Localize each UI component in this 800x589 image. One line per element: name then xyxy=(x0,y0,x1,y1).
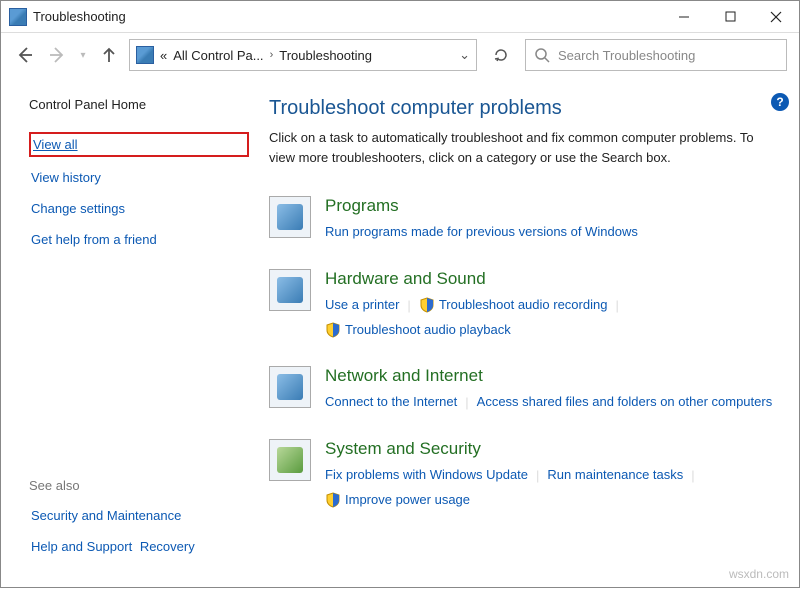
up-arrow-icon xyxy=(100,46,118,64)
minimize-icon xyxy=(678,11,690,23)
watermark: wsxdn.com xyxy=(729,567,789,581)
maximize-icon xyxy=(725,11,736,22)
sidebar: Control Panel Home View all View history… xyxy=(1,77,249,589)
window-controls xyxy=(661,1,799,33)
breadcrumb-current[interactable]: Troubleshooting xyxy=(279,48,372,63)
navbar: ▾ « All Control Pa... › Troubleshooting … xyxy=(1,33,799,77)
breadcrumb-panel[interactable]: All Control Pa... xyxy=(173,48,263,63)
address-bar[interactable]: « All Control Pa... › Troubleshooting ⌄ xyxy=(129,39,477,71)
control-panel-home-link[interactable]: Control Panel Home xyxy=(29,97,249,112)
chevron-right-icon: › xyxy=(270,49,274,61)
link-audio-rec[interactable]: Troubleshoot audio recording xyxy=(419,293,616,318)
category-network-title[interactable]: Network and Internet xyxy=(325,366,780,386)
shield-icon xyxy=(325,492,341,508)
window-title: Troubleshooting xyxy=(33,9,126,24)
divider: | xyxy=(465,395,476,410)
link-audio-play[interactable]: Troubleshoot audio playback xyxy=(325,318,519,343)
refresh-button[interactable] xyxy=(485,39,517,71)
category-programs: Programs Run programs made for previous … xyxy=(269,196,781,245)
page-description: Click on a task to automatically trouble… xyxy=(269,128,781,168)
sidebar-get-help[interactable]: Get help from a friend xyxy=(29,231,249,248)
close-icon xyxy=(770,11,782,23)
category-system: System and Security Fix problems with Wi… xyxy=(269,439,781,512)
link-shared-files[interactable]: Access shared files and folders on other… xyxy=(477,390,781,415)
link-audio-play-label: Troubleshoot audio playback xyxy=(345,318,511,343)
link-use-printer[interactable]: Use a printer xyxy=(325,293,407,318)
sidebar-view-all[interactable]: View all xyxy=(29,132,249,157)
see-also-help[interactable]: Help and Support xyxy=(29,538,134,555)
see-also-header: See also xyxy=(29,478,249,493)
network-icon xyxy=(269,366,311,408)
shield-icon xyxy=(325,322,341,338)
chevron-down-icon[interactable]: ⌄ xyxy=(459,47,470,63)
main-content: Troubleshoot computer problems Click on … xyxy=(249,77,799,589)
close-button[interactable] xyxy=(753,1,799,33)
maximize-button[interactable] xyxy=(707,1,753,33)
page-title: Troubleshoot computer problems xyxy=(269,97,781,120)
up-button[interactable] xyxy=(97,43,121,67)
breadcrumb-icon xyxy=(136,46,154,64)
titlebar: Troubleshooting xyxy=(1,1,799,33)
search-input[interactable]: Search Troubleshooting xyxy=(525,39,787,71)
back-button[interactable] xyxy=(13,43,37,67)
link-windows-update[interactable]: Fix problems with Windows Update xyxy=(325,463,536,488)
see-also-recovery[interactable]: Recovery xyxy=(138,538,197,555)
breadcrumb-prefix: « xyxy=(160,48,167,63)
programs-icon xyxy=(269,196,311,238)
link-run-compat[interactable]: Run programs made for previous versions … xyxy=(325,220,646,245)
sidebar-change-settings[interactable]: Change settings xyxy=(29,200,249,217)
category-network: Network and Internet Connect to the Inte… xyxy=(269,366,781,415)
category-hardware: Hardware and Sound Use a printer | Troub… xyxy=(269,269,781,342)
divider: | xyxy=(691,468,702,483)
search-icon xyxy=(534,47,550,63)
history-dropdown[interactable]: ▾ xyxy=(77,43,89,67)
category-hardware-title[interactable]: Hardware and Sound xyxy=(325,269,781,289)
back-arrow-icon xyxy=(16,46,34,64)
link-audio-rec-label: Troubleshoot audio recording xyxy=(439,293,608,318)
divider: | xyxy=(615,298,626,313)
system-icon xyxy=(269,439,311,481)
divider: | xyxy=(407,298,418,313)
search-placeholder: Search Troubleshooting xyxy=(558,48,695,63)
sidebar-view-history[interactable]: View history xyxy=(29,169,249,186)
category-programs-title[interactable]: Programs xyxy=(325,196,646,216)
hardware-icon xyxy=(269,269,311,311)
link-maintenance[interactable]: Run maintenance tasks xyxy=(547,463,691,488)
shield-icon xyxy=(419,297,435,313)
see-also-security[interactable]: Security and Maintenance xyxy=(29,507,183,524)
link-power-usage-label: Improve power usage xyxy=(345,488,470,513)
forward-arrow-icon xyxy=(48,46,66,64)
category-system-title[interactable]: System and Security xyxy=(325,439,781,459)
link-connect-internet[interactable]: Connect to the Internet xyxy=(325,390,465,415)
app-icon xyxy=(9,8,27,26)
link-power-usage[interactable]: Improve power usage xyxy=(325,488,478,513)
divider: | xyxy=(536,468,547,483)
refresh-icon xyxy=(493,47,509,63)
minimize-button[interactable] xyxy=(661,1,707,33)
forward-button[interactable] xyxy=(45,43,69,67)
